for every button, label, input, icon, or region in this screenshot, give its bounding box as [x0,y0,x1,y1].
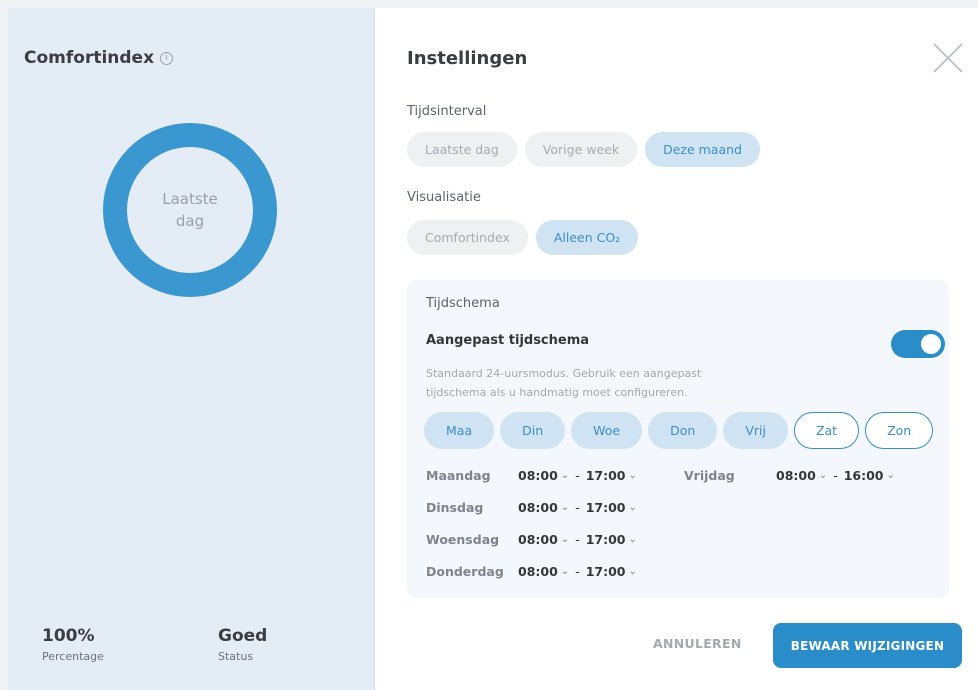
schedule-day-name: Maandag [426,468,491,483]
day-button-vrij[interactable]: Vrij [723,412,788,449]
visual-options: Comfortindex Alleen CO₂ [407,220,639,255]
end-time-select[interactable]: 16:00 [844,468,884,483]
save-changes-button[interactable]: BEWAAR WIJZIGINGEN [773,623,962,668]
time-separator: - [833,468,838,483]
interval-options: Laatste dag Vorige week Deze maand [407,132,760,167]
schedule-day-name: Dinsdag [426,500,484,515]
day-button-don[interactable]: Don [648,412,718,449]
time-separator: - [575,564,580,579]
schedule-row-woensdag: Woensdag 08:00 ⌄ - 17:00 ⌄ [426,532,643,547]
chevron-down-icon[interactable]: ⌄ [561,502,569,513]
settings-title: Instellingen [407,48,528,69]
schedule-card: Tijdschema Aangepast tijdschema Standaar… [407,280,949,598]
visual-option-co2[interactable]: Alleen CO₂ [535,220,639,255]
percentage-value: 100% [42,626,95,646]
schedule-label: Tijdschema [426,296,500,311]
comfort-panel: Comfortindex i Laatste dag 100% Percenta… [8,8,375,690]
schedule-heading: Aangepast tijdschema [426,333,590,348]
toggle-knob [921,334,941,354]
start-time-select[interactable]: 08:00 [518,532,558,547]
visual-option-comfortindex[interactable]: Comfortindex [407,220,528,255]
chevron-down-icon[interactable]: ⌄ [629,470,637,481]
schedule-row-donderdag: Donderdag 08:00 ⌄ - 17:00 ⌄ [426,564,643,579]
schedule-row-dinsdag: Dinsdag 08:00 ⌄ - 17:00 ⌄ [426,500,643,515]
comfort-title-text: Comfortindex [24,48,155,68]
schedule-day-name: Vrijdag [684,468,735,483]
chevron-down-icon[interactable]: ⌄ [561,470,569,481]
chevron-down-icon[interactable]: ⌄ [561,566,569,577]
visual-label: Visualisatie [407,190,481,205]
start-time-select[interactable]: 08:00 [518,500,558,515]
schedule-description: Standaard 24-uursmodus. Gebruik een aang… [426,367,702,399]
time-separator: - [575,500,580,515]
status-stat: Goed Status [218,626,267,663]
cancel-button[interactable]: ANNULEREN [653,636,742,651]
close-icon[interactable] [932,42,964,74]
time-separator: - [575,532,580,547]
day-button-zat[interactable]: Zat [793,412,860,449]
chevron-down-icon[interactable]: ⌄ [887,470,895,481]
end-time-select[interactable]: 17:00 [586,532,626,547]
status-value: Goed [218,626,268,646]
chevron-down-icon[interactable]: ⌄ [561,534,569,545]
day-button-woe[interactable]: Woe [571,412,643,449]
schedule-day-name: Donderdag [426,564,504,579]
start-time-select[interactable]: 08:00 [518,468,558,483]
end-time-select[interactable]: 17:00 [586,500,626,515]
start-time-select[interactable]: 08:00 [518,564,558,579]
interval-option-last-week[interactable]: Vorige week [524,132,638,167]
ring-label-line2: dag [175,212,205,230]
comfort-title: Comfortindex i [24,48,174,68]
info-icon[interactable]: i [160,51,174,65]
end-time-select[interactable]: 17:00 [586,468,626,483]
ring-label-line1: Laatste [162,190,218,208]
interval-option-this-month[interactable]: Deze maand [645,132,760,167]
interval-label: Tijdsinterval [407,104,487,119]
interval-option-last-day[interactable]: Laatste dag [407,132,517,167]
schedule-day-name: Woensdag [426,532,500,547]
chevron-down-icon[interactable]: ⌄ [819,470,827,481]
custom-schedule-toggle[interactable] [891,330,945,358]
schedule-row-maandag: Maandag 08:00 ⌄ - 17:00 ⌄ [426,468,643,483]
comfort-ring-label: Laatste dag [102,122,278,298]
percentage-stat: 100% Percentage [42,626,104,663]
percentage-label: Percentage [42,650,104,663]
app-frame: Comfortindex i Laatste dag 100% Percenta… [0,0,978,690]
chevron-down-icon[interactable]: ⌄ [629,502,637,513]
chevron-down-icon[interactable]: ⌄ [629,566,637,577]
status-label: Status [218,650,254,663]
start-time-select[interactable]: 08:00 [776,468,816,483]
time-separator: - [575,468,580,483]
day-button-din[interactable]: Din [500,412,566,449]
schedule-row-vrijdag: Vrijdag 08:00 ⌄ - 16:00 ⌄ [684,468,901,483]
day-button-zon[interactable]: Zon [865,412,934,449]
day-selector: Maa Din Woe Don Vrij Zat Zon [424,412,934,449]
settings-panel: Instellingen Tijdsinterval Laatste dag V… [375,8,978,690]
end-time-select[interactable]: 17:00 [586,564,626,579]
day-button-maa[interactable]: Maa [424,412,495,449]
chevron-down-icon[interactable]: ⌄ [629,534,637,545]
